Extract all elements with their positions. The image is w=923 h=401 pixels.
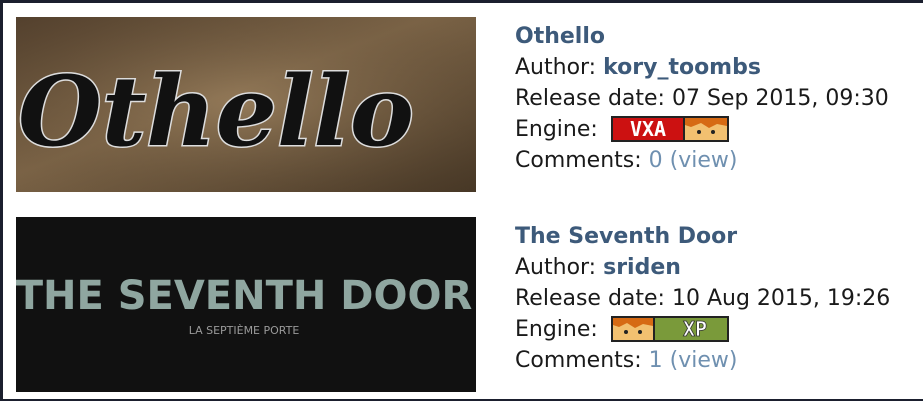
game-title-link[interactable]: The Seventh Door (515, 224, 737, 249)
engine-badge-text: VXA (630, 117, 666, 141)
hero-face-icon (612, 318, 653, 340)
comments-label: Comments: (515, 348, 642, 373)
comments-label: Comments: (515, 148, 642, 173)
comments-view-link[interactable]: (view) (670, 148, 738, 173)
banner-title-text: THE SEVENTH DOOR (16, 273, 472, 319)
release-date-value: 10 Aug 2015, 19:26 (671, 286, 891, 311)
game-entry: THE SEVENTH DOOR LA SEPTIÈME PORTE The S… (3, 215, 923, 401)
game-banner-image[interactable]: THE SEVENTH DOOR LA SEPTIÈME PORTE (16, 217, 476, 392)
othello-banner-art: Othello (16, 17, 476, 192)
game-entry: Othello Othello Author: kory_toombs Rele… (3, 15, 923, 201)
engine-label: Engine: (515, 117, 598, 142)
comments-count-link[interactable]: 0 (649, 148, 663, 173)
game-banner-image[interactable]: Othello (16, 17, 476, 192)
release-date-label: Release date: (515, 86, 665, 111)
banner-title-text: Othello (18, 55, 414, 168)
author-label: Author: (515, 55, 597, 80)
release-date-value: 07 Sep 2015, 09:30 (671, 86, 889, 111)
engine-label: Engine: (515, 317, 598, 342)
engine-badge-text: XP (683, 317, 707, 341)
hero-face-icon (684, 118, 727, 140)
comments-count-link[interactable]: 1 (649, 348, 663, 373)
author-label: Author: (515, 255, 597, 280)
game-list: Othello Othello Author: kory_toombs Rele… (3, 3, 923, 399)
banner-subtitle-text: LA SEPTIÈME PORTE (189, 324, 300, 337)
game-info: The Seventh Door Author: sriden Release … (515, 221, 890, 376)
comments-view-link[interactable]: (view) (670, 348, 738, 373)
game-title-link[interactable]: Othello (515, 24, 605, 49)
author-link[interactable]: kory_toombs (603, 55, 761, 80)
game-info: Othello Author: kory_toombs Release date… (515, 21, 889, 176)
author-link[interactable]: sriden (603, 255, 681, 280)
seventh-door-banner-art: THE SEVENTH DOOR LA SEPTIÈME PORTE (16, 217, 476, 392)
release-date-label: Release date: (515, 286, 665, 311)
